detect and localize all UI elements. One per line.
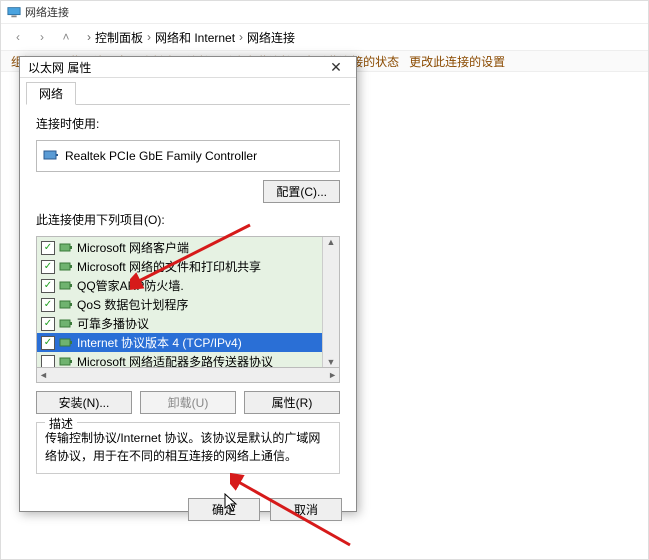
toolbar-item[interactable]: 更改此连接的设置 bbox=[409, 53, 505, 70]
tab-network[interactable]: 网络 bbox=[26, 82, 76, 105]
close-icon: ✕ bbox=[330, 59, 342, 76]
connect-using-label: 连接时使用: bbox=[36, 115, 340, 132]
chevron-right-icon: › bbox=[239, 30, 243, 44]
list-item-label: QoS 数据包计划程序 bbox=[77, 296, 188, 313]
component-icon bbox=[59, 337, 73, 349]
breadcrumb: ‹ › ˄ › 控制面板 › 网络和 Internet › 网络连接 bbox=[1, 24, 648, 50]
properties-button[interactable]: 属性(R) bbox=[244, 391, 340, 414]
components-listbox[interactable]: ✓ Microsoft 网络客户端 ✓ Microsoft 网络的文件和打印机共享 ✓ Q… bbox=[36, 236, 340, 368]
window-icon bbox=[7, 5, 21, 19]
list-item[interactable]: Microsoft 网络适配器多路传送器协议 bbox=[37, 352, 322, 367]
crumb-1[interactable]: 网络和 Internet bbox=[155, 29, 235, 46]
crumb-2[interactable]: 网络连接 bbox=[247, 29, 295, 46]
list-item[interactable]: ✓ Microsoft 网络的文件和打印机共享 bbox=[37, 257, 322, 276]
chevron-left-icon: ◄ bbox=[39, 370, 48, 380]
list-item-label: Microsoft 网络适配器多路传送器协议 bbox=[77, 353, 273, 367]
checkbox[interactable]: ✓ bbox=[41, 298, 55, 312]
list-item-label: 可靠多播协议 bbox=[77, 315, 149, 332]
chevron-right-icon: › bbox=[87, 30, 91, 44]
checkbox[interactable]: ✓ bbox=[41, 336, 55, 350]
component-icon bbox=[59, 299, 73, 311]
list-item-label: Internet 协议版本 4 (TCP/IPv4) bbox=[77, 334, 242, 351]
chevron-up-icon: ▲ bbox=[327, 237, 336, 247]
close-button[interactable]: ✕ bbox=[320, 57, 352, 77]
uninstall-button[interactable]: 卸载(U) bbox=[140, 391, 236, 414]
list-item[interactable]: ✓ QQ管家ARP防火墙. bbox=[37, 276, 322, 295]
list-item-label: Microsoft 网络的文件和打印机共享 bbox=[77, 258, 261, 275]
checkbox[interactable]: ✓ bbox=[41, 317, 55, 331]
description-legend: 描述 bbox=[45, 415, 77, 432]
nav-back-button[interactable]: ‹ bbox=[7, 27, 29, 47]
dialog-body: 连接时使用: Realtek PCIe GbE Family Controlle… bbox=[26, 104, 350, 484]
chevron-right-icon: › bbox=[147, 30, 151, 44]
description-group: 描述 传输控制协议/Internet 协议。该协议是默认的广域网络协议，用于在不… bbox=[36, 422, 340, 474]
component-icon bbox=[59, 280, 73, 292]
window-title: 网络连接 bbox=[25, 4, 69, 20]
nav-up-button[interactable]: ˄ bbox=[55, 27, 77, 47]
items-label: 此连接使用下列项目(O): bbox=[36, 211, 340, 228]
adapter-name: Realtek PCIe GbE Family Controller bbox=[65, 149, 257, 163]
nav-forward-button[interactable]: › bbox=[31, 27, 53, 47]
checkbox[interactable]: ✓ bbox=[41, 241, 55, 255]
configure-button[interactable]: 配置(C)... bbox=[263, 180, 340, 203]
description-text: 传输控制协议/Internet 协议。该协议是默认的广域网络协议，用于在不同的相… bbox=[45, 429, 331, 465]
cancel-button[interactable]: 取消 bbox=[270, 498, 342, 521]
scrollbar-horizontal[interactable]: ◄ ► bbox=[36, 368, 340, 383]
window-titlebar: 网络连接 bbox=[1, 1, 648, 24]
properties-dialog: 以太网 属性 ✕ 网络 连接时使用: Realtek PCIe GbE Fami… bbox=[19, 56, 357, 512]
list-item[interactable]: ✓ 可靠多播协议 bbox=[37, 314, 322, 333]
component-icon bbox=[59, 242, 73, 254]
component-icon bbox=[59, 261, 73, 273]
list-item[interactable]: ✓ Internet 协议版本 4 (TCP/IPv4) bbox=[37, 333, 322, 352]
list-item-label: Microsoft 网络客户端 bbox=[77, 239, 189, 256]
list-item[interactable]: ✓ Microsoft 网络客户端 bbox=[37, 238, 322, 257]
button-row: 安装(N)... 卸载(U) 属性(R) bbox=[36, 391, 340, 414]
install-button[interactable]: 安装(N)... bbox=[36, 391, 132, 414]
nav-arrows: ‹ › ˄ bbox=[7, 27, 77, 47]
list-item-label: QQ管家ARP防火墙. bbox=[77, 277, 184, 294]
checkbox[interactable] bbox=[41, 355, 55, 368]
chevron-down-icon: ▼ bbox=[327, 357, 336, 367]
checkbox[interactable]: ✓ bbox=[41, 260, 55, 274]
dialog-title: 以太网 属性 bbox=[28, 59, 91, 76]
scrollbar-vertical[interactable]: ▲ ▼ bbox=[322, 237, 339, 367]
crumb-0[interactable]: 控制面板 bbox=[95, 29, 143, 46]
ok-button[interactable]: 确定 bbox=[188, 498, 260, 521]
checkbox[interactable]: ✓ bbox=[41, 279, 55, 293]
adapter-field: Realtek PCIe GbE Family Controller bbox=[36, 140, 340, 172]
component-icon bbox=[59, 356, 73, 368]
list-item[interactable]: ✓ QoS 数据包计划程序 bbox=[37, 295, 322, 314]
dialog-footer: 确定 取消 bbox=[20, 490, 356, 529]
component-icon bbox=[59, 318, 73, 330]
tab-strip: 网络 bbox=[20, 78, 356, 104]
chevron-right-icon: ► bbox=[328, 370, 337, 380]
adapter-icon bbox=[43, 149, 59, 163]
dialog-titlebar: 以太网 属性 ✕ bbox=[20, 57, 356, 78]
